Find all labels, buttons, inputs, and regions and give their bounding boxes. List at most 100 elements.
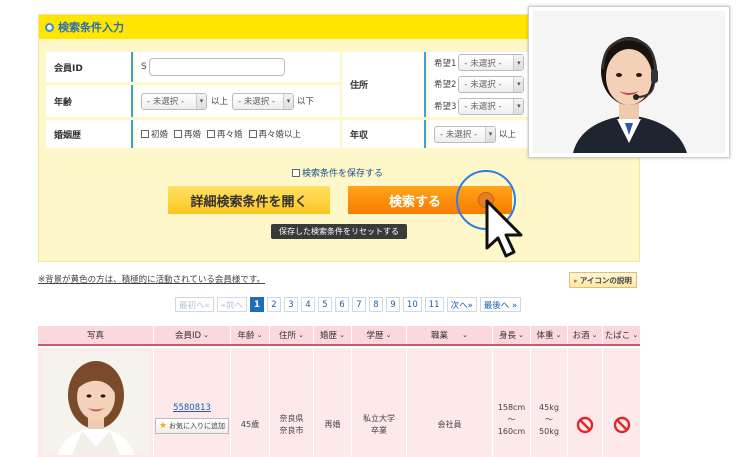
marriage-value-cell: 再婚 xyxy=(314,348,352,457)
operator-photo xyxy=(528,6,730,158)
address-wish-3-label: 希望3 xyxy=(434,102,457,113)
next-page-link[interactable]: 次へ» xyxy=(446,297,477,312)
save-conditions-checkbox[interactable] xyxy=(292,168,300,177)
col-header-member-id[interactable]: 会員ID ⌄ xyxy=(154,326,231,344)
col-header-alcohol[interactable]: お酒 ⌄ xyxy=(568,326,603,344)
address-wish-1-select[interactable]: - 未選択 - ▾ xyxy=(458,54,525,72)
col-header-tobacco-label: たばこ xyxy=(604,331,631,341)
page-link-1[interactable]: 1 xyxy=(249,297,264,312)
age-to-value: - 未選択 - xyxy=(238,97,276,107)
triangle-right-icon: ▸ xyxy=(574,275,578,285)
panel-title: 検索条件入力 xyxy=(58,21,124,34)
age-cell: - 未選択 - ▾ 以上 - 未選択 - ▾ 以下 xyxy=(135,85,340,117)
open-detail-search-button[interactable]: 詳細検索条件を開く xyxy=(168,186,330,214)
icon-help-label: アイコンの説明 xyxy=(579,275,632,285)
col-header-age[interactable]: 年齢 ⌄ xyxy=(231,326,270,344)
address-wish-3-select[interactable]: - 未選択 - ▾ xyxy=(458,97,525,115)
last-page-link[interactable]: 最後へ » xyxy=(479,297,522,312)
star-icon: ★ xyxy=(158,420,168,431)
marriage-label: 婚姻歴 xyxy=(46,120,133,148)
height-from-value: 158cm xyxy=(497,402,526,412)
first-page-link[interactable]: 最初へ« xyxy=(175,297,214,312)
page-link-4[interactable]: 4 xyxy=(300,297,315,312)
mouse-pointer-icon xyxy=(485,199,523,258)
page-link-7[interactable]: 7 xyxy=(351,297,366,312)
weight-value-cell: 45kg ～ 50kg xyxy=(531,348,568,457)
page-link-5[interactable]: 5 xyxy=(317,297,332,312)
marriage-more-label: 再々婚以上 xyxy=(258,130,302,140)
active-member-note: ※背景が黄色の方は、積極的に活動されている会員様です。 xyxy=(38,275,266,285)
operator-headset-image xyxy=(533,11,725,153)
prev-page-link[interactable]: «前へ xyxy=(216,297,247,312)
address-wish-1: 希望1 - 未選択 - ▾ xyxy=(434,54,525,72)
col-header-tobacco[interactable]: たばこ ⌄ xyxy=(603,326,640,344)
page-link-6[interactable]: 6 xyxy=(334,297,349,312)
circle-bullet-icon xyxy=(45,22,54,32)
chevron-down-icon: ⌄ xyxy=(462,331,468,339)
chevron-down-icon: ▾ xyxy=(513,98,524,114)
member-id-prefix: S xyxy=(141,62,147,72)
col-header-weight-label: 体重 xyxy=(536,331,554,341)
col-header-address[interactable]: 住所 ⌄ xyxy=(270,326,314,344)
col-header-education[interactable]: 学歴 ⌄ xyxy=(352,326,407,344)
page-link-9[interactable]: 9 xyxy=(385,297,400,312)
marriage-second-checkbox[interactable] xyxy=(174,130,183,138)
height-value-cell: 158cm ～ 160cm xyxy=(493,348,531,457)
age-to-select[interactable]: - 未選択 - ▾ xyxy=(232,92,295,110)
member-id-label: 会員ID xyxy=(46,52,133,82)
address-cell: 希望1 - 未選択 - ▾ 希望2 - 未選択 - ▾ 希望3 - 未選択 - ▾ xyxy=(428,52,528,117)
marriage-third-checkbox[interactable] xyxy=(207,130,216,138)
save-conditions-option[interactable]: 検索条件を保存する xyxy=(292,166,383,179)
col-header-weight[interactable]: 体重 ⌄ xyxy=(531,326,568,344)
reset-saved-conditions-button[interactable]: 保存した検索条件をリセットする xyxy=(271,224,407,239)
page-link-10[interactable]: 10 xyxy=(402,297,422,312)
member-photo[interactable] xyxy=(41,350,150,455)
member-id-link[interactable]: 5580813 xyxy=(173,402,211,414)
chevron-down-icon: ⌄ xyxy=(385,331,392,339)
member-id-cell: S xyxy=(135,52,340,82)
weight-to-value: 50kg xyxy=(539,426,559,436)
job-value: 会社員 xyxy=(437,419,462,429)
chevron-down-icon: ▾ xyxy=(196,93,206,109)
age-to-suffix: 以下 xyxy=(297,97,315,107)
col-header-height[interactable]: 身長 ⌄ xyxy=(493,326,531,344)
chevron-down-icon: ⌄ xyxy=(632,331,639,339)
icon-help-button[interactable]: ▸ アイコンの説明 xyxy=(569,272,637,288)
member-photo-cell xyxy=(38,348,154,457)
member-id-input[interactable] xyxy=(148,58,285,76)
col-header-marriage[interactable]: 婚歴 ⌄ xyxy=(314,326,352,344)
chevron-down-icon: ▾ xyxy=(283,93,294,109)
age-from-value: - 未選択 - xyxy=(147,97,185,107)
col-header-age-label: 年齢 xyxy=(237,331,255,341)
height-to-value: 160cm xyxy=(497,426,526,436)
address-value-cell: 奈良県 奈良市 xyxy=(270,348,314,457)
address-label: 住所 xyxy=(342,52,426,117)
col-header-height-label: 身長 xyxy=(499,331,517,341)
marriage-first-checkbox[interactable] xyxy=(141,130,149,138)
chevron-down-icon: ▾ xyxy=(513,55,524,71)
income-from-select[interactable]: - 未選択 - ▾ xyxy=(434,125,496,143)
height-separator: ～ xyxy=(507,414,516,424)
page-link-8[interactable]: 8 xyxy=(368,297,383,312)
tobacco-value-cell xyxy=(603,348,640,457)
chevron-down-icon: ⌄ xyxy=(339,331,345,339)
marriage-more-checkbox[interactable] xyxy=(248,130,257,138)
address-wish-2-select[interactable]: - 未選択 - ▾ xyxy=(458,75,525,93)
address-wish-1-label: 希望1 xyxy=(434,58,457,69)
col-header-address-label: 住所 xyxy=(279,331,297,341)
page-link-11[interactable]: 11 xyxy=(424,297,444,312)
income-from-suffix: 以上 xyxy=(499,130,517,140)
age-from-select[interactable]: - 未選択 - ▾ xyxy=(141,92,207,110)
col-header-photo-label: 写真 xyxy=(86,331,104,341)
search-button-label: 検索する xyxy=(388,194,441,210)
address-city-value: 奈良市 xyxy=(279,425,304,435)
page-link-3[interactable]: 3 xyxy=(283,297,298,312)
chevron-down-icon: ⌄ xyxy=(555,331,562,339)
col-header-member-id-label: 会員ID xyxy=(175,331,202,341)
page-link-2[interactable]: 2 xyxy=(266,297,281,312)
col-header-job[interactable]: 職業 ⌄ xyxy=(407,326,493,344)
add-favorite-button[interactable]: ★ お気に入りに追加 xyxy=(154,417,230,434)
address-wish-3-value: - 未選択 - xyxy=(464,102,502,113)
education-value-line1: 私立大学 xyxy=(363,413,395,423)
address-wish-1-value: - 未選択 - xyxy=(464,58,502,69)
